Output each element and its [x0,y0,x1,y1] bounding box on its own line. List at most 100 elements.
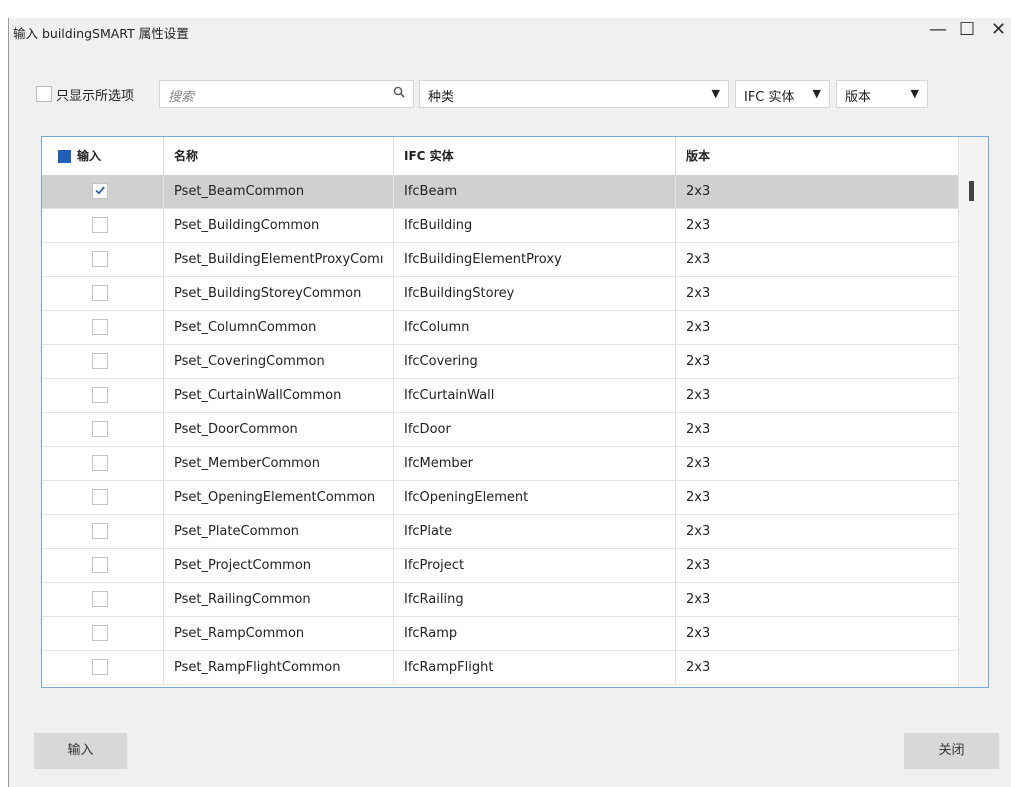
table-row[interactable]: Pset_MemberCommon IfcMember 2x3 [42,447,960,481]
pset-name-cell: Pset_BuildingCommon [164,209,394,242]
filter-toolbar: 只显示所选项 搜索 种类 ▼ IFC 实体 ▼ 版本 ▼ [9,80,1011,108]
table-header: 输入 名称 IFC 实体 版本 [42,137,960,175]
import-cell [42,209,164,242]
vertical-scrollbar[interactable] [958,137,988,687]
version-cell: 2x3 [676,379,960,412]
version-cell: 2x3 [676,651,960,684]
version-cell: 2x3 [676,413,960,446]
ifc-entity-cell: IfcProject [394,549,676,582]
pset-name-cell: Pset_MemberCommon [164,447,394,480]
ifc-entity-dropdown[interactable]: IFC 实体 ▼ [735,80,830,108]
import-cell [42,617,164,650]
table-row[interactable]: Pset_CoveringCommon IfcCovering 2x3 [42,345,960,379]
row-import-checkbox[interactable] [92,489,108,505]
pset-name-cell: Pset_BuildingStoreyCommon [164,277,394,310]
scrollbar-thumb[interactable] [969,181,974,201]
show-selected-checkbox[interactable] [36,86,52,102]
table-row[interactable]: Pset_RampFlightCommon IfcRampFlight 2x3 [42,651,960,685]
version-dropdown[interactable]: 版本 ▼ [836,80,928,108]
close-icon[interactable]: ✕ [991,20,1006,40]
category-dropdown-label: 种类 [428,90,455,105]
ifc-entity-cell: IfcDoor [394,413,676,446]
import-button[interactable]: 输入 [34,733,127,769]
table-row[interactable]: Pset_OpeningElementCommon IfcOpeningEleme… [42,481,960,515]
version-cell: 2x3 [676,209,960,242]
import-cell [42,345,164,378]
ifc-entity-cell: IfcPlate [394,515,676,548]
table-row[interactable]: Pset_BeamCommon IfcBeam 2x3 [42,175,960,209]
row-import-checkbox[interactable] [92,455,108,471]
chevron-down-icon: ▼ [910,87,919,100]
pset-table: 输入 名称 IFC 实体 版本 Pset_BeamCommon IfcBeam 2x… [41,136,989,688]
import-cell [42,583,164,616]
category-dropdown[interactable]: 种类 ▼ [419,80,729,108]
table-row[interactable]: Pset_BuildingStoreyCommon IfcBuildingStor… [42,277,960,311]
pset-name-cell: Pset_RailingCommon [164,583,394,616]
version-cell: 2x3 [676,447,960,480]
ifc-entity-cell: IfcCurtainWall [394,379,676,412]
table-row[interactable]: Pset_ProjectCommon IfcProject 2x3 [42,549,960,583]
row-import-checkbox[interactable] [92,353,108,369]
chevron-down-icon: ▼ [711,87,720,100]
column-header-version[interactable]: 版本 [676,137,960,175]
version-cell: 2x3 [676,481,960,514]
minimize-icon[interactable]: — [929,20,947,40]
table-row[interactable]: Pset_PlateCommon IfcPlate 2x3 [42,515,960,549]
row-import-checkbox[interactable] [92,285,108,301]
row-import-checkbox[interactable] [92,251,108,267]
select-all-checkbox[interactable] [58,150,71,163]
table-row[interactable]: Pset_BuildingElementProxyComı IfcBuilding… [42,243,960,277]
column-header-ifc-entity[interactable]: IFC 实体 [394,137,676,175]
row-import-checkbox[interactable] [92,557,108,573]
ifc-entity-dropdown-label: IFC 实体 [744,90,795,105]
row-import-checkbox[interactable] [92,319,108,335]
maximize-icon[interactable]: ☐ [959,20,975,40]
close-button[interactable]: 关闭 [904,733,999,769]
version-cell: 2x3 [676,175,960,208]
search-icon[interactable] [393,86,405,101]
row-import-checkbox[interactable] [92,421,108,437]
import-cell [42,243,164,276]
table-row[interactable]: Pset_CurtainWallCommon IfcCurtainWall 2x3 [42,379,960,413]
pset-name-cell: Pset_PlateCommon [164,515,394,548]
table-row[interactable]: Pset_DoorCommon IfcDoor 2x3 [42,413,960,447]
row-import-checkbox[interactable] [92,523,108,539]
table-row[interactable]: Pset_BuildingCommon IfcBuilding 2x3 [42,209,960,243]
row-import-checkbox[interactable] [92,625,108,641]
search-placeholder: 搜索 [168,90,195,105]
version-cell: 2x3 [676,515,960,548]
import-cell [42,651,164,684]
ifc-entity-cell: IfcCovering [394,345,676,378]
import-cell [42,311,164,344]
import-cell [42,515,164,548]
version-cell: 2x3 [676,243,960,276]
version-cell: 2x3 [676,617,960,650]
version-cell: 2x3 [676,277,960,310]
pset-name-cell: Pset_ColumnCommon [164,311,394,344]
column-header-name[interactable]: 名称 [164,137,394,175]
chevron-down-icon: ▼ [812,87,821,100]
ifc-entity-cell: IfcColumn [394,311,676,344]
ifc-entity-cell: IfcMember [394,447,676,480]
check-icon[interactable] [92,183,108,199]
table-row[interactable]: Pset_RampCommon IfcRamp 2x3 [42,617,960,651]
ifc-entity-cell: IfcBuildingStorey [394,277,676,310]
import-cell [42,413,164,446]
row-import-checkbox[interactable] [92,217,108,233]
pset-name-cell: Pset_CurtainWallCommon [164,379,394,412]
table-row[interactable]: Pset_RailingCommon IfcRailing 2x3 [42,583,960,617]
column-header-import[interactable]: 输入 [42,137,164,175]
row-import-checkbox[interactable] [92,659,108,675]
search-box[interactable]: 搜索 [159,80,414,108]
title-bar: 输入 buildingSMART 属性设置 — ☐ ✕ [9,18,1011,46]
ifc-entity-cell: IfcBuildingElementProxy [394,243,676,276]
version-dropdown-label: 版本 [845,90,872,105]
import-cell [42,175,164,208]
show-selected-label: 只显示所选项 [56,89,135,104]
table-row[interactable]: Pset_ColumnCommon IfcColumn 2x3 [42,311,960,345]
row-import-checkbox[interactable] [92,591,108,607]
row-import-checkbox[interactable] [92,387,108,403]
window-title: 输入 buildingSMART 属性设置 [13,26,189,41]
version-cell: 2x3 [676,583,960,616]
pset-name-cell: Pset_OpeningElementCommon [164,481,394,514]
